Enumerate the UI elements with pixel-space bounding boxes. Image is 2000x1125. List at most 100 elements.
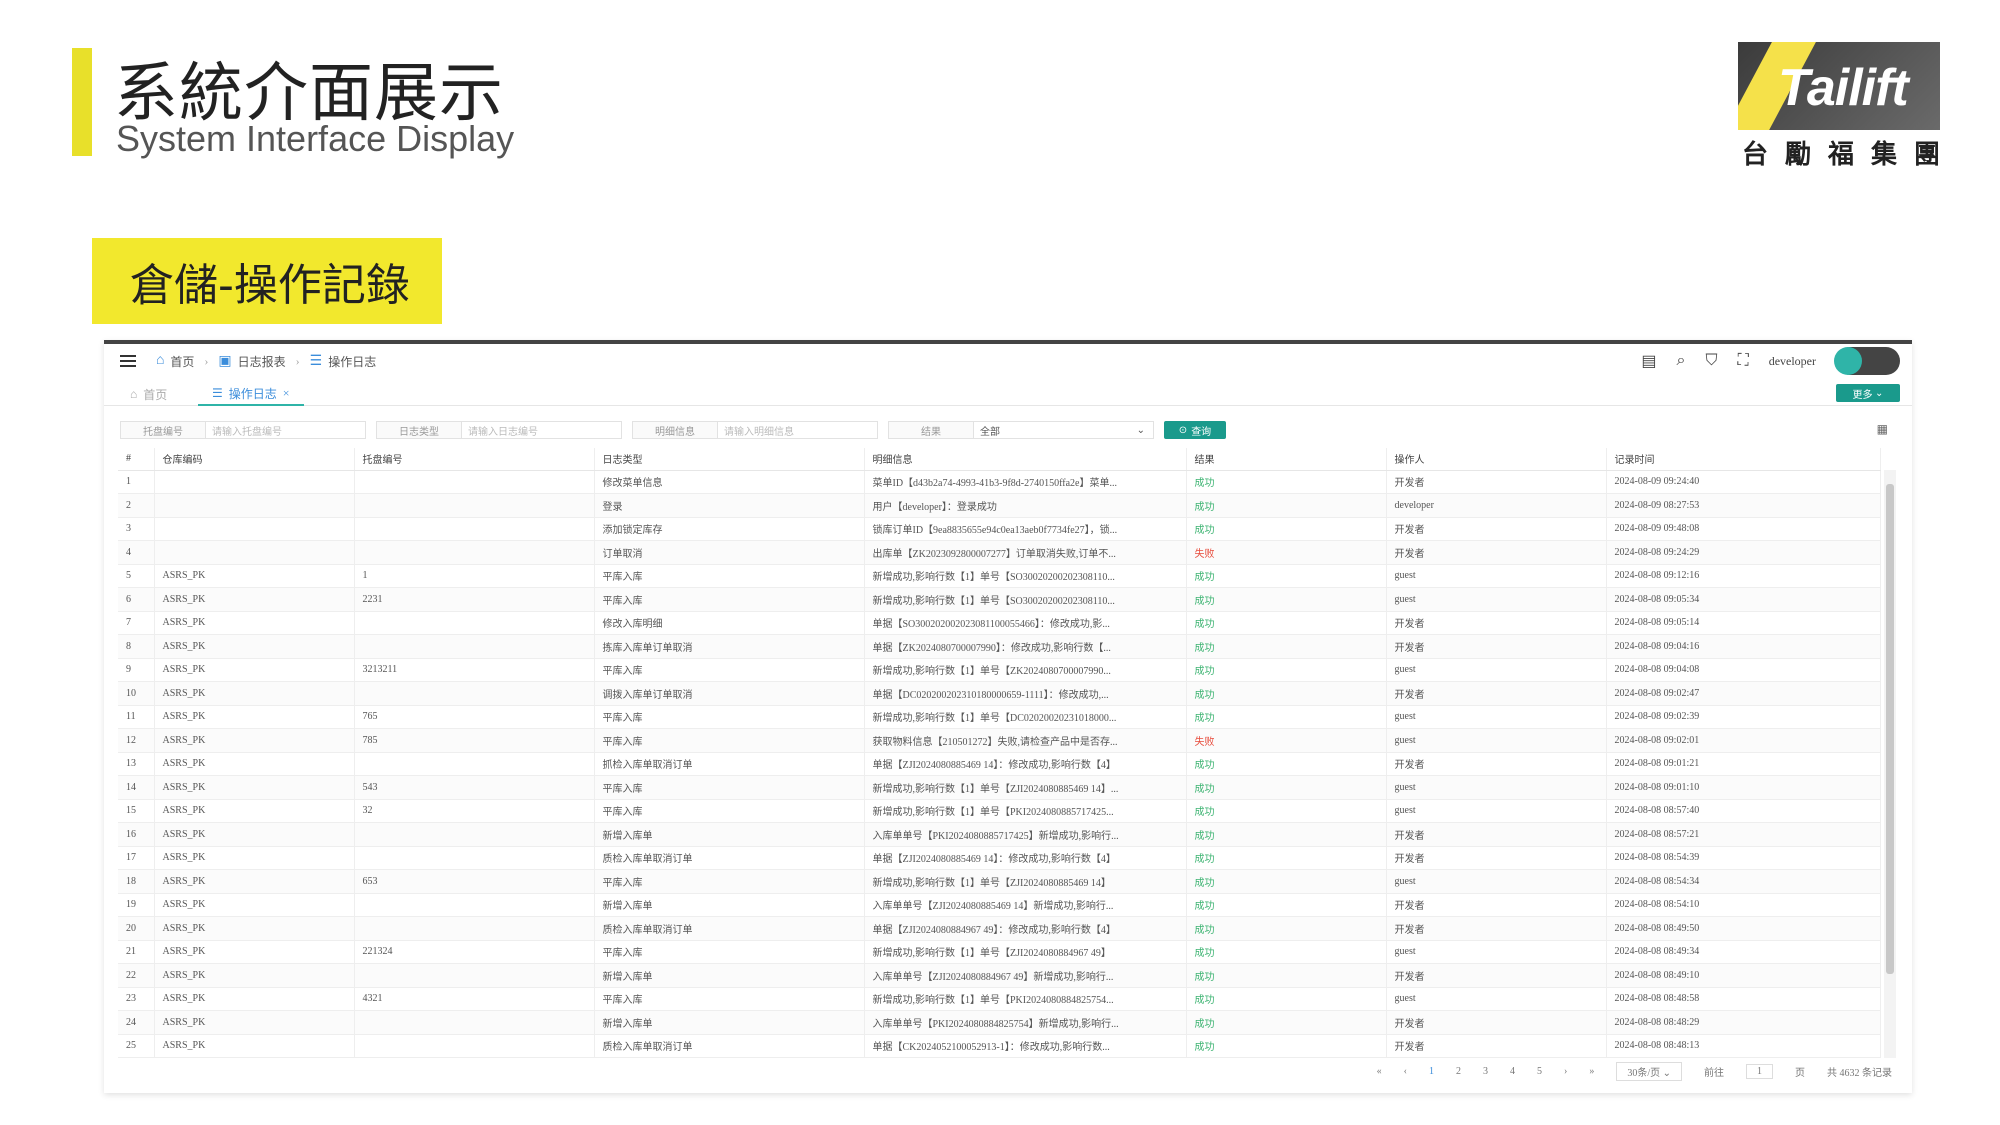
table-cell: 单据【DC020200202310180000659-1111】：修改成功,..… — [864, 681, 1187, 706]
table-row[interactable]: 13 ASRS_PK 抓检入库单取消订单 单据【ZJI2024080885469 14… — [118, 752, 1881, 776]
section-label: 倉儲-操作記錄 — [92, 238, 442, 324]
table-row[interactable]: 1 修改菜单信息 菜单ID【d43b2a74-4993-41b3-9f8d-2740… — [118, 470, 1881, 494]
table-row[interactable]: 2 登录 用户【developer】：登录成功 成功 developer 2024-08-… — [118, 493, 1881, 518]
pallet-input[interactable]: 请输入托盘编号 — [206, 421, 366, 439]
table-cell: 单据【SO300202002023081100055466】：修改成功,影... — [864, 611, 1187, 635]
table-row[interactable]: 10 ASRS_PK 调拨入库单订单取消 单据【DC02020020231018000… — [118, 681, 1881, 706]
page-2[interactable]: 2 — [1456, 1066, 1461, 1077]
table-cell: 成功 — [1186, 587, 1387, 612]
table-cell: 订单取消 — [594, 540, 865, 565]
first-page-icon[interactable]: « — [1377, 1066, 1382, 1077]
fullscreen-icon[interactable]: ⛶ — [1737, 352, 1748, 370]
column-header: 托盘编号 — [354, 448, 595, 471]
table-cell: 平库入库 — [594, 587, 865, 612]
page-4[interactable]: 4 — [1510, 1066, 1515, 1077]
column-settings-icon[interactable]: ▦ — [1877, 422, 1888, 437]
prev-page-icon[interactable]: ‹ — [1404, 1066, 1407, 1077]
tab-operation-log-label: 操作日志 — [228, 386, 277, 401]
table-row[interactable]: 7 ASRS_PK 修改入库明细 单据【SO300202002023081100055… — [118, 611, 1881, 635]
table-row[interactable]: 18 ASRS_PK 653 平库入库 新增成功,影响行数【1】单号【ZJI202408… — [118, 869, 1881, 894]
table-row[interactable]: 11 ASRS_PK 765 平库入库 新增成功,影响行数【1】单号【DC0202002… — [118, 705, 1881, 729]
table-row[interactable]: 12 ASRS_PK 785 平库入库 获取物料信息【210501272】失败,请检查产… — [118, 728, 1881, 753]
query-button[interactable]: ⊙ 查询 — [1164, 421, 1226, 439]
table-row[interactable]: 5 ASRS_PK 1 平库入库 新增成功,影响行数【1】单号【SO3002020020… — [118, 564, 1881, 588]
message-icon[interactable]: ▤ — [1641, 351, 1656, 371]
breadcrumb-home[interactable]: 首页 — [170, 353, 194, 370]
table-cell: 2024-08-08 08:54:10 — [1606, 893, 1881, 917]
close-icon[interactable]: × — [283, 386, 290, 401]
table-row[interactable]: 16 ASRS_PK 新增入库单 入库单单号【PKI2024080885717425】… — [118, 822, 1881, 847]
table-cell: 543 — [354, 775, 595, 800]
page-3[interactable]: 3 — [1483, 1066, 1488, 1077]
menu-toggle-icon[interactable] — [120, 355, 136, 367]
result-select[interactable]: 全部 ⌄ — [974, 421, 1154, 439]
table-cell: 出库单【ZK2023092800007277】订单取消失败,订单不... — [864, 540, 1187, 565]
table-row[interactable]: 14 ASRS_PK 543 平库入库 新增成功,影响行数【1】单号【ZJI202408… — [118, 775, 1881, 800]
goto-page-input[interactable]: 1 — [1746, 1063, 1773, 1079]
table-row[interactable]: 15 ASRS_PK 32 平库入库 新增成功,影响行数【1】单号【PKI2024080… — [118, 799, 1881, 823]
table-cell: ASRS_PK — [154, 987, 355, 1011]
table-cell: ASRS_PK — [154, 1034, 355, 1058]
next-page-icon[interactable]: › — [1564, 1066, 1567, 1077]
table-cell: developer — [1386, 493, 1607, 518]
table-cell: 成功 — [1186, 1010, 1387, 1035]
detail-input[interactable]: 请输入明细信息 — [718, 421, 878, 439]
log-type-input[interactable]: 请输入日志编号 — [462, 421, 622, 439]
breadcrumb-log-report[interactable]: 日志报表 — [238, 353, 286, 370]
table-row[interactable]: 3 添加锁定库存 锁库订单ID【9ea8835655e94c0ea13aeb0f77… — [118, 517, 1881, 541]
table-cell — [354, 493, 595, 518]
top-right-tools: ▤ ⌕ ⛉ ⛶ developer — [1641, 344, 1900, 378]
table-cell: ASRS_PK — [154, 963, 355, 988]
table-row[interactable]: 23 ASRS_PK 4321 平库入库 新增成功,影响行数【1】单号【PKI20240… — [118, 987, 1881, 1011]
table-cell: 18 — [118, 869, 155, 894]
table-row[interactable]: 20 ASRS_PK 质检入库单取消订单 单据【ZJI2024080884967 49… — [118, 916, 1881, 941]
table-row[interactable]: 21 ASRS_PK 221324 平库入库 新增成功,影响行数【1】单号【ZJI202… — [118, 940, 1881, 964]
table-cell — [154, 493, 355, 518]
more-button[interactable]: 更多 ⌄ — [1836, 384, 1900, 402]
table-cell: 2024-08-08 08:49:10 — [1606, 963, 1881, 988]
table-cell: 单据【ZJI2024080885469 14】：修改成功,影响行数【4】 — [864, 846, 1187, 870]
tab-operation-log[interactable]: ☰ 操作日志 × — [198, 382, 304, 406]
table-row[interactable]: 24 ASRS_PK 新增入库单 入库单单号【PKI2024080884825754】… — [118, 1010, 1881, 1035]
table-cell: ASRS_PK — [154, 611, 355, 635]
table-row[interactable]: 22 ASRS_PK 新增入库单 入库单单号【ZJI2024080884967 49】… — [118, 963, 1881, 988]
table-cell: 质检入库单取消订单 — [594, 916, 865, 941]
tab-home[interactable]: ⌂ 首页 — [130, 382, 167, 406]
table-row[interactable]: 4 订单取消 出库单【ZK2023092800007277】订单取消失败,订单不..… — [118, 540, 1881, 565]
table-row[interactable]: 8 ASRS_PK 拣库入库单订单取消 单据【ZK2024080700007990】：… — [118, 634, 1881, 659]
table-cell: 平库入库 — [594, 658, 865, 682]
page-5[interactable]: 5 — [1537, 1066, 1542, 1077]
table-cell: 新增入库单 — [594, 822, 865, 847]
last-page-icon[interactable]: » — [1589, 1066, 1594, 1077]
logo-char: 福 — [1827, 140, 1854, 170]
logo-char: 勵 — [1784, 140, 1811, 170]
table-row[interactable]: 9 ASRS_PK 3213211 平库入库 新增成功,影响行数【1】单号【ZK2024… — [118, 658, 1881, 682]
tab-home-label: 首页 — [143, 387, 168, 402]
table-cell: 2231 — [354, 587, 595, 612]
table-cell: 2024-08-08 08:49:50 — [1606, 916, 1881, 941]
table-cell: 成功 — [1186, 846, 1387, 870]
table-row[interactable]: 6 ASRS_PK 2231 平库入库 新增成功,影响行数【1】单号【SO3002020… — [118, 587, 1881, 612]
table-cell: 32 — [354, 799, 595, 823]
table-cell: 成功 — [1186, 611, 1387, 635]
table-row[interactable]: 17 ASRS_PK 质检入库单取消订单 单据【ZJI2024080885469 14… — [118, 846, 1881, 870]
page-1[interactable]: 1 — [1429, 1066, 1434, 1077]
table-cell: ASRS_PK — [154, 752, 355, 776]
table-cell: 765 — [354, 705, 595, 729]
avatar[interactable] — [1834, 347, 1900, 375]
username[interactable]: developer — [1769, 354, 1816, 369]
search-icon[interactable]: ⌕ — [1677, 352, 1686, 370]
table-row[interactable]: 25 ASRS_PK 质检入库单取消订单 单据【CK2024052100052913-… — [118, 1034, 1881, 1058]
page-size-select[interactable]: 30条/页 ⌄ — [1616, 1061, 1682, 1081]
table-cell: 2024-08-08 09:05:14 — [1606, 611, 1881, 635]
breadcrumb-separator: › — [295, 353, 300, 368]
result-select-value: 全部 — [980, 426, 1000, 438]
table-cell: 开发者 — [1386, 1034, 1607, 1058]
table-row[interactable]: 19 ASRS_PK 新增入库单 入库单单号【ZJI2024080885469 14】… — [118, 893, 1881, 917]
table-cell: guest — [1386, 987, 1607, 1011]
table-cell: 新增成功,影响行数【1】单号【ZJI2024080885469 14】 — [864, 869, 1187, 894]
theme-icon[interactable]: ⛉ — [1705, 352, 1717, 370]
vertical-scrollbar[interactable] — [1884, 470, 1896, 1058]
scrollbar-thumb[interactable] — [1886, 484, 1894, 974]
table-cell: 17 — [118, 846, 155, 870]
